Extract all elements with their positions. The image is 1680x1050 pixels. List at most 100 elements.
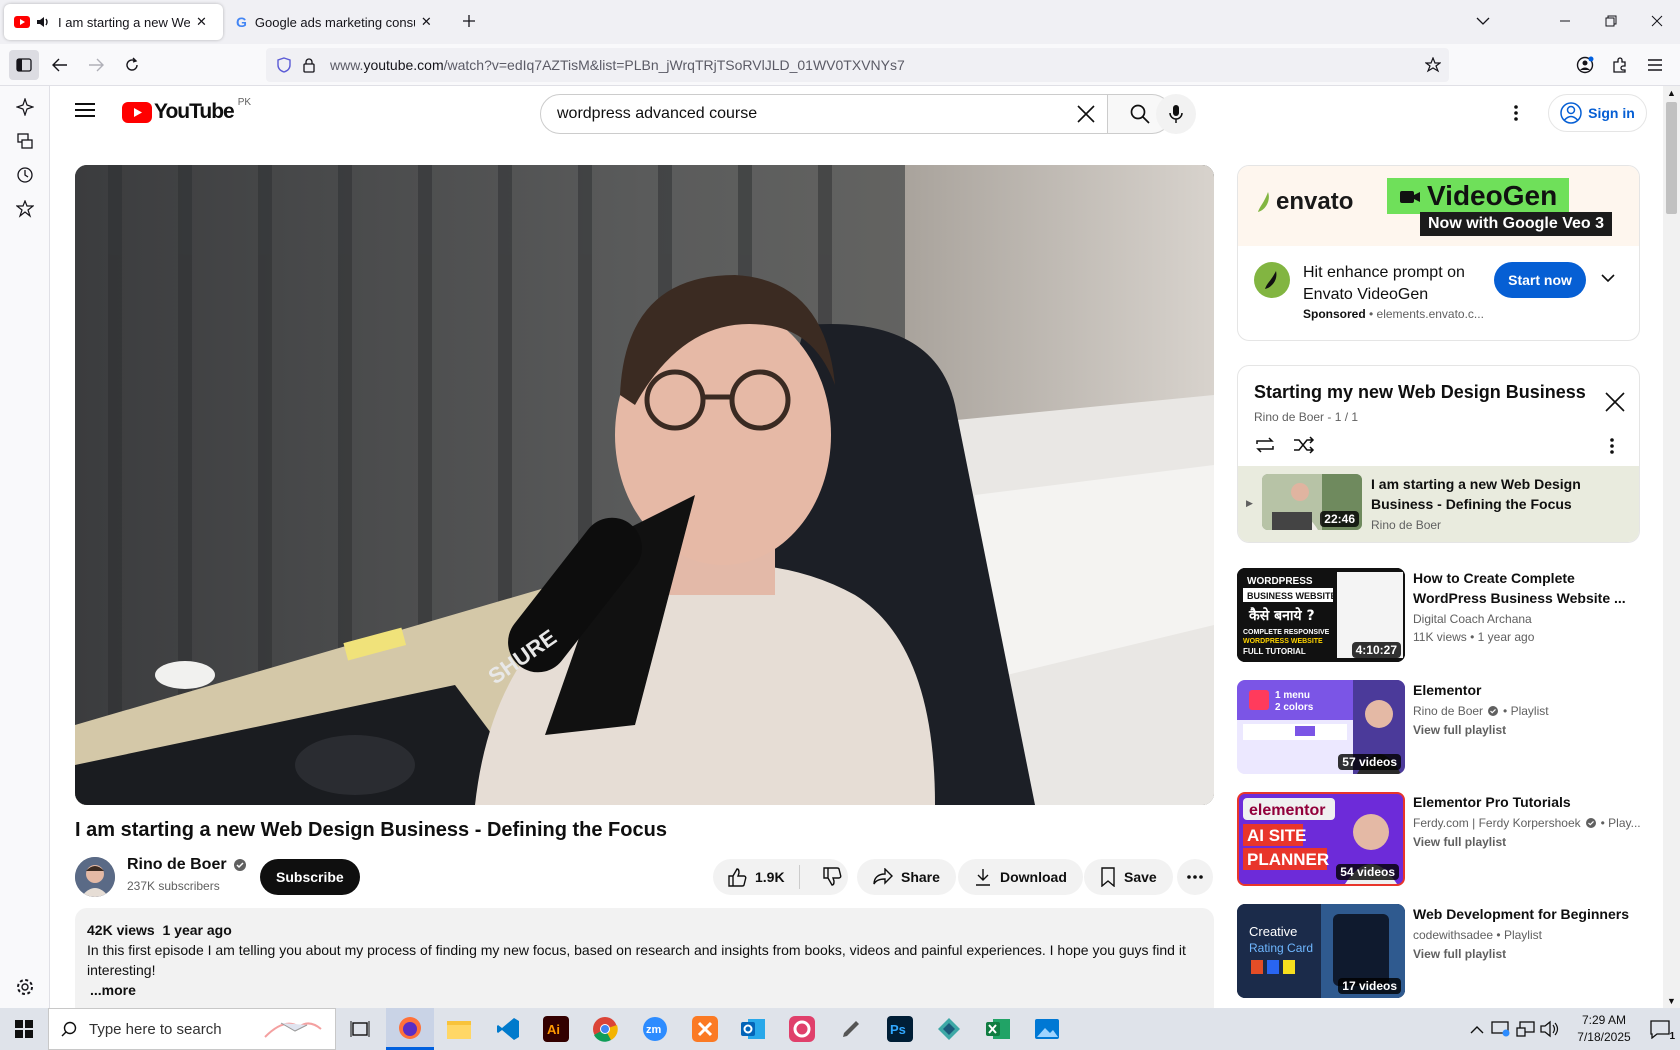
scrollbar-thumb[interactable] [1666, 102, 1677, 214]
photoshop-icon[interactable]: Ps [885, 1014, 915, 1044]
illustrator-icon[interactable]: Ai [541, 1014, 571, 1044]
loop-icon[interactable] [1254, 436, 1276, 454]
youtube-logo[interactable]: YouTube PK [122, 97, 251, 124]
save-button[interactable]: Save [1084, 859, 1173, 895]
share-label: Share [901, 869, 940, 885]
more-actions-button[interactable] [1177, 859, 1213, 895]
zoom-icon[interactable]: zm [640, 1014, 670, 1044]
close-playlist-icon[interactable] [1605, 392, 1625, 412]
recommendation-playlist[interactable]: Creative Rating Card 17 videos Web Devel… [1237, 904, 1663, 1000]
hamburger-menu-icon[interactable] [75, 102, 95, 118]
excel-icon[interactable] [983, 1014, 1013, 1044]
shuffle-icon[interactable] [1293, 436, 1315, 454]
restore-icon[interactable] [1596, 8, 1626, 34]
browser-nav-bar: www.youtube.com/watch?v=edIq7AZTisM&list… [0, 44, 1680, 86]
tab-google[interactable]: G Google ads marketing consultant ✕ [226, 4, 444, 40]
clear-search-icon[interactable] [1077, 105, 1095, 123]
vscode-icon[interactable] [493, 1014, 523, 1044]
more-options-icon[interactable] [1501, 98, 1531, 128]
share-button[interactable]: Share [857, 859, 956, 895]
settings-gear-icon[interactable] [14, 976, 36, 998]
playlist-current-item[interactable]: ▶ 22:46 I am starting a new Web Design B… [1238, 466, 1639, 542]
outlook-icon[interactable] [738, 1014, 768, 1044]
history-icon[interactable] [14, 164, 36, 186]
volume-icon[interactable] [1535, 1014, 1565, 1044]
like-button[interactable]: 1.9K [713, 865, 800, 889]
app-diamond-icon[interactable] [934, 1014, 964, 1044]
back-icon[interactable] [45, 50, 75, 80]
video-player[interactable]: SHURE [75, 165, 1214, 805]
list-tabs-icon[interactable] [1468, 8, 1498, 34]
close-tab-icon[interactable]: ✕ [196, 14, 207, 30]
file-explorer-icon[interactable] [444, 1014, 474, 1044]
page-scrollbar[interactable]: ▲ ▼ [1663, 86, 1680, 1008]
chevron-down-icon[interactable] [1601, 274, 1615, 284]
show-more-link[interactable]: ...more [90, 980, 1202, 1000]
notification-center-icon[interactable]: 1 [1645, 1014, 1675, 1044]
scroll-up-icon[interactable]: ▲ [1667, 88, 1676, 98]
lock-icon[interactable] [302, 57, 316, 73]
creative-cloud-icon[interactable] [787, 1014, 817, 1044]
recommendation-info: Web Development for Beginners codewithsa… [1413, 904, 1633, 964]
bookmark-star-icon[interactable] [1425, 57, 1441, 73]
thumb-line-1: Creative [1249, 924, 1297, 939]
photos-icon[interactable] [1032, 1014, 1062, 1044]
reload-icon[interactable] [117, 50, 147, 80]
dislike-button[interactable] [808, 867, 856, 887]
chrome-icon[interactable] [590, 1014, 620, 1044]
recommendation-playlist[interactable]: 1 menu 2 colors 57 videos Elementor Rino… [1237, 680, 1663, 776]
tab-youtube[interactable]: I am starting a new Web Design Business … [4, 4, 223, 40]
start-now-button[interactable]: Start now [1494, 262, 1586, 298]
subscribe-button[interactable]: Subscribe [260, 859, 360, 895]
taskbar-search-box[interactable]: Type here to search [48, 1008, 336, 1050]
view-full-playlist-link[interactable]: View full playlist [1413, 944, 1633, 964]
download-button[interactable]: Download [958, 859, 1083, 895]
menu-icon[interactable] [1640, 50, 1670, 80]
recommendation-playlist[interactable]: elementor AI SITE PLANNER 54 videos Elem… [1237, 792, 1663, 888]
view-full-playlist-link[interactable]: View full playlist [1413, 832, 1633, 852]
description-box[interactable]: 42K views 1 year ago In this first episo… [75, 908, 1214, 1008]
scroll-down-icon[interactable]: ▼ [1667, 996, 1676, 1006]
pen-tool-icon[interactable] [836, 1014, 866, 1044]
ai-chatbot-icon[interactable] [14, 96, 36, 118]
voice-search-button[interactable] [1156, 94, 1196, 134]
sponsored-ad[interactable]: envato VideoGen Now with Google Veo 3 Hi… [1237, 165, 1640, 341]
close-tab-icon[interactable]: ✕ [421, 14, 432, 30]
speaker-icon[interactable] [36, 15, 50, 29]
address-bar[interactable]: www.youtube.com/watch?v=edIq7AZTisM&list… [266, 48, 1449, 82]
close-window-icon[interactable] [1642, 8, 1672, 34]
extensions-icon[interactable] [1605, 50, 1635, 80]
playlist-panel: Starting my new Web Design Business Rino… [1237, 365, 1640, 543]
upload-age: 1 year ago [162, 922, 232, 938]
search-query: wordpress advanced course [557, 105, 758, 122]
tracking-shield-icon[interactable] [276, 57, 292, 73]
url-host: youtube.com [363, 57, 444, 73]
thumb-line-2: BUSINESS WEBSITE [1247, 591, 1337, 601]
playlist-title[interactable]: Starting my new Web Design Business [1254, 382, 1586, 403]
taskbar-search-placeholder: Type here to search [89, 1020, 222, 1038]
playlist-more-icon[interactable] [1610, 438, 1614, 454]
forward-icon[interactable] [81, 50, 111, 80]
windows-start-icon[interactable] [9, 1014, 39, 1044]
task-view-icon[interactable] [345, 1014, 375, 1044]
firefox-taskbar-icon[interactable] [386, 1008, 434, 1050]
thumbs-down-icon [822, 867, 842, 887]
sidebar-toggle-icon[interactable] [9, 50, 39, 80]
minimize-icon[interactable] [1550, 8, 1580, 34]
svg-text:Ps: Ps [890, 1022, 906, 1037]
view-full-playlist-link[interactable]: View full playlist [1413, 720, 1633, 740]
synced-tabs-icon[interactable] [14, 130, 36, 152]
xampp-icon[interactable] [690, 1014, 720, 1044]
sign-in-button[interactable]: Sign in [1548, 94, 1647, 132]
thumbs-up-icon [727, 867, 747, 887]
channel-avatar[interactable] [75, 857, 115, 897]
view-stats: 42K views 1 year ago [87, 920, 1202, 940]
channel-name[interactable]: Rino de Boer [127, 856, 227, 874]
bookmarks-icon[interactable] [14, 198, 36, 220]
search-input[interactable]: wordpress advanced course [540, 94, 1108, 134]
recommendation-channel: Rino de Boer [1413, 704, 1484, 718]
new-tab-icon[interactable] [454, 8, 484, 34]
system-clock[interactable]: 7:29 AM 7/18/2025 [1563, 1012, 1645, 1046]
account-icon[interactable] [1570, 50, 1600, 80]
recommendation-item[interactable]: WORDPRESS BUSINESS WEBSITE कैसे बनाये ? … [1237, 568, 1663, 664]
